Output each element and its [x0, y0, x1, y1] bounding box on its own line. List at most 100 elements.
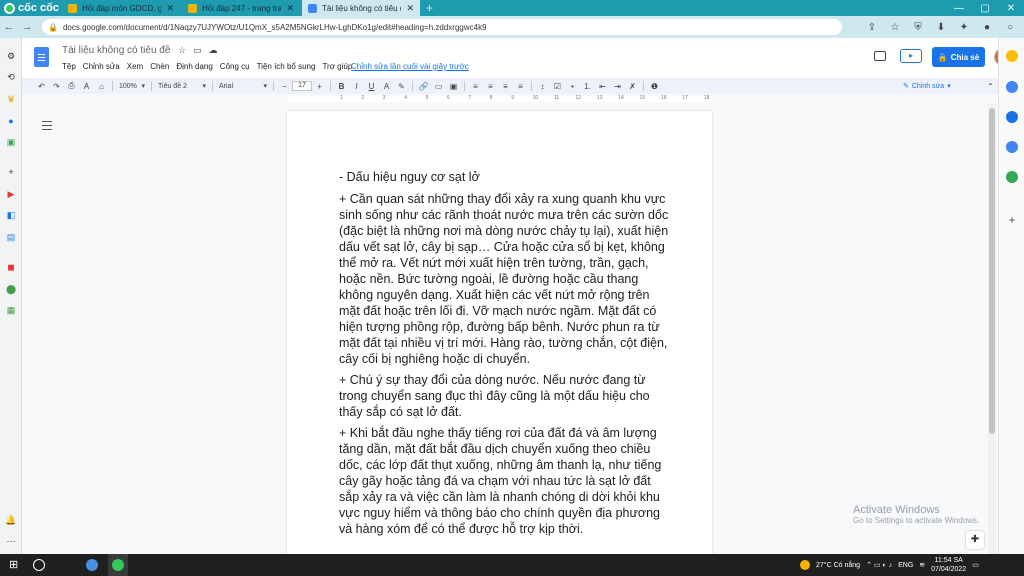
calendar-icon[interactable] [1006, 81, 1018, 93]
indent-decrease-icon[interactable]: ⇤ [595, 82, 610, 91]
checklist-icon[interactable]: ☑ [550, 82, 565, 91]
calendar-icon[interactable]: ▤ [5, 231, 17, 243]
minimize-icon[interactable]: — [946, 0, 972, 16]
menu-view[interactable]: Xem [127, 62, 143, 71]
comment-icon[interactable]: ▭ [431, 82, 446, 91]
map-pin-icon[interactable]: ⬤ [5, 283, 17, 295]
link-icon[interactable]: 🔗 [416, 82, 431, 91]
menu-edit[interactable]: Chỉnh sửa [83, 62, 120, 71]
image-icon[interactable]: ▣ [446, 82, 461, 91]
scrollbar-thumb[interactable] [989, 108, 995, 434]
tray-icons[interactable]: ⌃ ▭ ◐ ♪ [866, 561, 892, 569]
profile-icon[interactable]: ● [977, 22, 997, 33]
url-input[interactable]: 🔒 docs.google.com/document/d/1Naqzy7UJYW… [42, 19, 842, 35]
docs-logo-icon[interactable] [34, 47, 49, 67]
document-title[interactable]: Tài liệu không có tiêu đề [62, 45, 170, 56]
language-indicator[interactable]: ENG [898, 562, 913, 569]
browser-brand[interactable]: cốc cốc [0, 0, 60, 16]
clock[interactable]: 11:54 SA 07/04/2022 [931, 556, 966, 574]
redo-icon[interactable]: ↷ [49, 82, 64, 91]
meet-icon[interactable]: ▸ [900, 49, 922, 63]
decrease-size-icon[interactable]: − [277, 82, 292, 91]
highlight-icon[interactable]: ✎ [394, 82, 409, 91]
tab-close-icon[interactable]: ✕ [286, 3, 294, 14]
new-tab-button[interactable]: + [420, 0, 439, 16]
font-size-input[interactable]: 17 [292, 81, 312, 91]
sheet-icon[interactable]: ▦ [5, 304, 17, 316]
menu-tools[interactable]: Công cụ [220, 62, 250, 71]
search-icon[interactable] [33, 559, 45, 571]
menu-file[interactable]: Tệp [62, 62, 76, 71]
increase-size-icon[interactable]: + [312, 82, 327, 91]
underline-icon[interactable]: U [364, 82, 379, 91]
more-icon[interactable]: ⋯ [5, 535, 17, 547]
crown-icon[interactable]: ♛ [5, 93, 17, 105]
tab-close-icon[interactable]: ✕ [406, 3, 414, 14]
shield-icon[interactable]: ⛨ [908, 22, 928, 33]
history-icon[interactable]: ⟲ [5, 71, 17, 83]
add-addon-icon[interactable]: + [1006, 214, 1018, 226]
store-icon[interactable]: ◧ [5, 209, 17, 221]
youtube-icon[interactable]: ▶ [5, 188, 17, 200]
clear-format-icon[interactable]: ✗ [625, 82, 640, 91]
menu-insert[interactable]: Chèn [150, 62, 169, 71]
style-select[interactable]: Tiêu đề 2 ▾ [155, 82, 209, 91]
comment-history-icon[interactable] [874, 51, 886, 61]
editing-mode-select[interactable]: ✎ Chỉnh sửa ▾ [903, 80, 973, 92]
notifications-icon[interactable]: ▭ [972, 561, 979, 569]
wifi-icon[interactable]: ≋ [919, 561, 925, 569]
bookmark-star-icon[interactable]: ☆ [885, 22, 905, 33]
tab-close-icon[interactable]: ✕ [166, 3, 174, 14]
line-spacing-icon[interactable]: ↕ [535, 82, 550, 91]
bullet-list-icon[interactable]: • [565, 82, 580, 91]
zoom-select[interactable]: 100% ▾ [116, 82, 148, 91]
settings-icon[interactable]: ⚙ [5, 50, 17, 62]
menu-addons[interactable]: Tiện ích bổ sung [257, 62, 316, 71]
font-select[interactable]: Arial ▾ [216, 82, 270, 91]
add-icon[interactable]: + [5, 166, 17, 178]
app-icon[interactable]: ◼ [5, 261, 17, 273]
tab-2[interactable]: Tài liệu không có tiêu đề - Go ✕ [302, 0, 420, 16]
weather-text[interactable]: 27°C Có nắng [816, 562, 860, 569]
italic-icon[interactable]: I [349, 82, 364, 91]
menu-format[interactable]: Định dạng [176, 62, 212, 71]
forward-icon[interactable]: → [18, 21, 36, 33]
align-right-icon[interactable]: ≡ [498, 82, 513, 91]
paragraph[interactable]: + Chú ý sự thay đổi của dòng nước. Nếu n… [339, 372, 669, 420]
windows-start-icon[interactable]: ⊞ [9, 559, 21, 571]
outline-icon[interactable] [42, 121, 52, 130]
game-icon[interactable]: ▣ [5, 136, 17, 148]
last-edit-link[interactable]: Chỉnh sửa lần cuối vài giây trước [351, 62, 469, 71]
explore-button[interactable]: ✚ [966, 531, 984, 549]
notification-bell-icon[interactable]: 🔔 [5, 514, 17, 526]
vertical-scrollbar[interactable] [988, 104, 996, 554]
paint-format-icon[interactable]: ⌂ [94, 82, 109, 91]
input-tools-icon[interactable]: ❶ [647, 82, 662, 91]
maximize-icon[interactable]: ▢ [972, 0, 998, 16]
extensions-icon[interactable]: ✦ [954, 22, 974, 33]
align-justify-icon[interactable]: ≡ [513, 82, 528, 91]
indent-increase-icon[interactable]: ⇥ [610, 82, 625, 91]
contacts-icon[interactable] [1006, 141, 1018, 153]
paragraph[interactable]: + Khi bắt đầu nghe thấy tiếng rơi của đấ… [339, 425, 669, 537]
bold-icon[interactable]: B [334, 82, 349, 91]
text-color-icon[interactable]: A [379, 82, 394, 91]
spellcheck-icon[interactable]: A [79, 82, 94, 91]
app-pin-icon[interactable] [86, 559, 98, 571]
maps-icon[interactable] [1006, 171, 1018, 183]
share-page-icon[interactable]: ⇪ [862, 22, 882, 33]
undo-icon[interactable]: ↶ [34, 82, 49, 91]
menu-help[interactable]: Trợ giúp [322, 62, 352, 71]
tab-0[interactable]: Hỏi đáp môn GDCD, giải bà ✕ [62, 0, 180, 16]
messenger-icon[interactable]: ● [5, 115, 17, 127]
document-body[interactable]: - Dấu hiệu nguy cơ sạt lở + Cần quan sát… [339, 169, 669, 542]
align-center-icon[interactable]: ≡ [483, 82, 498, 91]
tasks-icon[interactable] [1006, 111, 1018, 123]
tab-1[interactable]: Hỏi đáp 247 - trang tra lời ✕ [182, 0, 300, 16]
move-folder-icon[interactable]: ▭ [193, 45, 202, 56]
menu-icon[interactable]: ○ [1000, 22, 1020, 33]
print-icon[interactable]: ⎙ [64, 81, 79, 91]
keep-icon[interactable] [1006, 50, 1018, 62]
align-left-icon[interactable]: ≡ [468, 82, 483, 91]
close-window-icon[interactable]: ✕ [998, 0, 1024, 16]
